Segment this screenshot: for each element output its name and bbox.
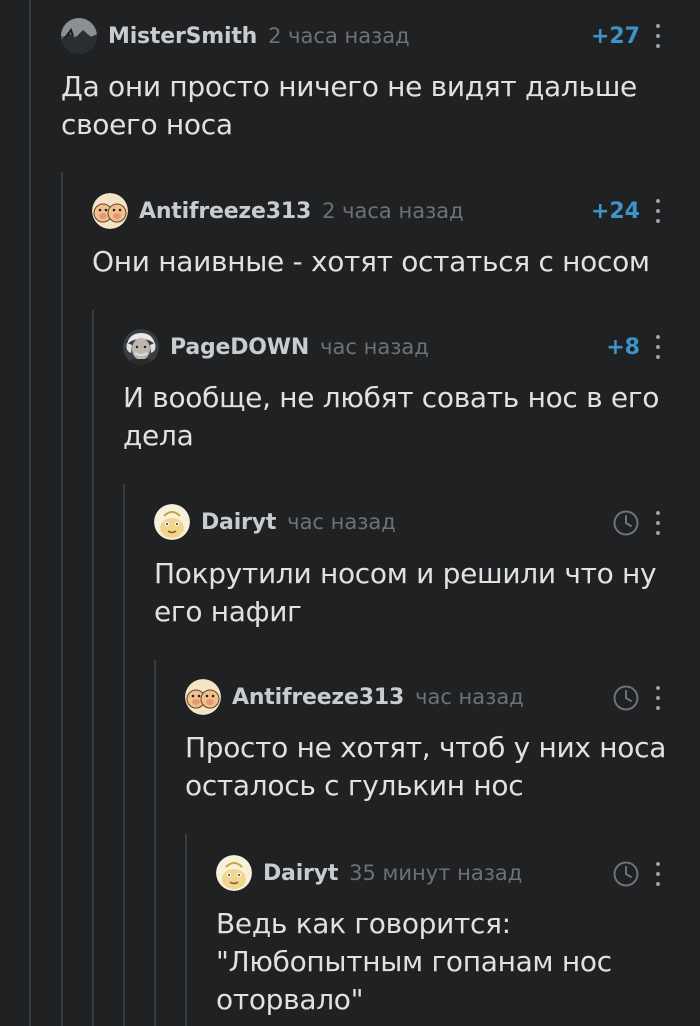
more-options-icon[interactable] — [654, 335, 662, 359]
comment-text-line: "Любопытным гопанам нос — [216, 945, 612, 978]
comment-body: И вообще, не любят совать нос в его дела — [123, 379, 659, 455]
username[interactable]: PageDOWN — [170, 335, 309, 360]
comment-header: Dairyt час назад — [154, 504, 396, 540]
comment-header: Antifreeze313 час назад — [185, 679, 524, 715]
avatar[interactable] — [61, 18, 97, 54]
timestamp[interactable]: час назад — [415, 685, 524, 709]
timestamp[interactable]: час назад — [287, 510, 396, 534]
comment-text-line: Ведь как говорится: — [216, 907, 511, 940]
clock-icon[interactable] — [613, 685, 639, 711]
einstein-avatar-icon — [123, 329, 159, 365]
clock-icon[interactable] — [613, 861, 639, 887]
thread-line-level-4[interactable] — [154, 660, 156, 1026]
comment-body: Ведь как говорится: "Любопытным гопанам … — [216, 905, 612, 1019]
thread-line-level-0[interactable] — [29, 0, 31, 1026]
comments-page: MisterSmith 2 часа назад +27 Да они прос… — [0, 0, 700, 1026]
cartoon-face-avatar-icon — [216, 855, 252, 891]
pig-faces-avatar-icon — [92, 193, 128, 229]
avatar[interactable] — [216, 855, 252, 891]
timestamp[interactable]: 35 минут назад — [349, 861, 522, 885]
comment-text-line: дела — [123, 419, 194, 452]
username[interactable]: Dairyt — [263, 861, 338, 886]
rating[interactable]: +8 — [606, 335, 640, 360]
comment-text-line: оторвало" — [216, 983, 364, 1016]
username[interactable]: Antifreeze313 — [232, 685, 404, 710]
thread-line-level-5[interactable] — [185, 834, 187, 1026]
comment-text-line: Да они просто ничего не видят дальше — [61, 70, 637, 103]
username[interactable]: Antifreeze313 — [139, 199, 311, 224]
timestamp[interactable]: 2 часа назад — [268, 24, 410, 48]
username[interactable]: MisterSmith — [108, 24, 257, 49]
comment-text-line: Они наивные - хотят остаться с носом — [92, 245, 650, 278]
clock-icon[interactable] — [613, 510, 639, 536]
thread-line-level-2[interactable] — [92, 310, 94, 1026]
comment-text-line: И вообще, не любят совать нос в его — [123, 381, 660, 414]
comment-text-line: Покрутили носом и решили что ну — [154, 557, 657, 590]
avatar[interactable] — [92, 193, 128, 229]
comment-text-line: его нафиг — [154, 595, 302, 628]
comment-body: Покрутили носом и решили что ну его нафи… — [154, 555, 657, 631]
more-options-icon[interactable] — [654, 511, 662, 535]
thread-line-level-1[interactable] — [61, 172, 63, 1026]
avatar[interactable] — [154, 504, 190, 540]
comment-body: Они наивные - хотят остаться с носом — [92, 243, 650, 281]
cartoon-face-avatar-icon — [154, 504, 190, 540]
comment-header: PageDOWN час назад — [123, 329, 429, 365]
comment-header: Antifreeze313 2 часа назад — [92, 193, 464, 229]
comment-text-line: осталось с гулькин нос — [185, 769, 524, 802]
more-options-icon[interactable] — [654, 199, 662, 223]
comment-body: Просто не хотят, чтоб у них носа осталос… — [185, 729, 666, 805]
more-options-icon[interactable] — [654, 24, 662, 48]
comment-header: Dairyt 35 минут назад — [216, 855, 522, 891]
comment-body: Да они просто ничего не видят дальше сво… — [61, 68, 637, 144]
comment-header: MisterSmith 2 часа назад — [61, 18, 410, 54]
night-landscape-avatar-icon — [61, 18, 97, 54]
timestamp[interactable]: 2 часа назад — [322, 199, 464, 223]
more-options-icon[interactable] — [654, 686, 662, 710]
timestamp[interactable]: час назад — [320, 335, 429, 359]
pig-faces-avatar-icon — [185, 679, 221, 715]
avatar[interactable] — [185, 679, 221, 715]
rating[interactable]: +24 — [591, 199, 640, 224]
comment-text-line: своего носа — [61, 108, 233, 141]
thread-line-level-3[interactable] — [123, 484, 125, 1026]
more-options-icon[interactable] — [654, 862, 662, 886]
comment-text-line: Просто не хотят, чтоб у них носа — [185, 731, 667, 764]
avatar[interactable] — [123, 329, 159, 365]
username[interactable]: Dairyt — [201, 510, 276, 535]
rating[interactable]: +27 — [591, 24, 640, 49]
